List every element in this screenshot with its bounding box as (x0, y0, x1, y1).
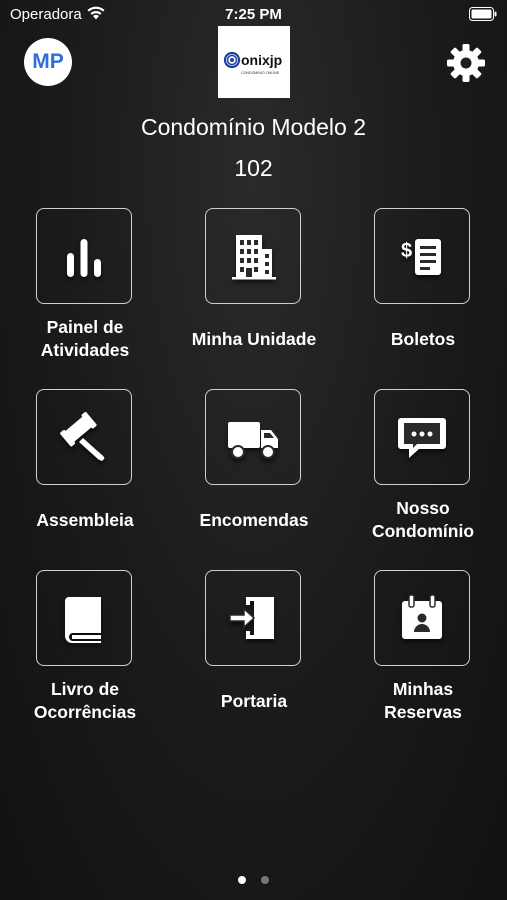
book-icon (65, 597, 101, 643)
tile-encomendas[interactable]: Encomendas (169, 389, 339, 559)
condo-name: Condomínio Modelo 2 (140, 114, 367, 140)
chat-bubble-icon (398, 418, 446, 458)
tile-label: Encomendas (199, 510, 309, 530)
calendar-person-icon (402, 594, 442, 639)
tile-boletos[interactable]: $ Boletos (338, 208, 507, 378)
tile-assembleia[interactable]: Assembleia (0, 389, 170, 559)
tile-label: Minha Unidade (191, 329, 317, 349)
tile-livro-ocorrencias[interactable]: Livro de Ocorrências (0, 570, 170, 740)
page-indicator[interactable] (0, 871, 507, 889)
bar-chart-icon (67, 239, 101, 277)
logo-text: onixjp (241, 52, 282, 68)
tile-minhas-reservas[interactable]: Minhas Reservas (338, 570, 507, 740)
tile-minha-unidade[interactable]: Minha Unidade (169, 208, 339, 378)
tile-nosso-condominio[interactable]: Nosso Condomínio (338, 389, 507, 559)
tile-label: Nosso Condomínio (371, 498, 475, 541)
app-logo: onixjp CONDOMINIO ONLINE (218, 26, 290, 98)
gavel-icon (60, 412, 105, 461)
tile-label: Minhas Reservas (384, 679, 462, 722)
tile-painel-atividades[interactable]: Painel de Atividades (0, 208, 170, 378)
tile-label: Assembleia (36, 510, 134, 530)
tile-label: Boletos (390, 329, 456, 349)
door-enter-icon (229, 597, 274, 639)
avatar-initials: MP (32, 50, 64, 73)
onix-logo-icon: onixjp CONDOMINIO ONLINE (223, 51, 282, 75)
tile-portaria[interactable]: Portaria (169, 570, 339, 740)
building-icon (232, 235, 276, 280)
tile-label: Livro de Ocorrências (33, 679, 137, 722)
tile-label: Painel de Atividades (40, 317, 130, 360)
page-dot-1[interactable] (238, 876, 247, 884)
svg-text:$: $ (401, 240, 412, 262)
logo-subtext: CONDOMINIO ONLINE (241, 71, 280, 75)
page-dot-2[interactable] (260, 876, 269, 884)
gear-icon[interactable] (446, 43, 486, 83)
battery-icon (469, 7, 497, 21)
user-avatar-button[interactable]: MP (24, 38, 72, 86)
truck-icon (228, 422, 278, 459)
unit-number: 102 (234, 155, 273, 181)
clock: 7:25 PM (225, 6, 282, 23)
tile-label: Portaria (220, 691, 288, 711)
invoice-icon: $ (401, 239, 441, 275)
